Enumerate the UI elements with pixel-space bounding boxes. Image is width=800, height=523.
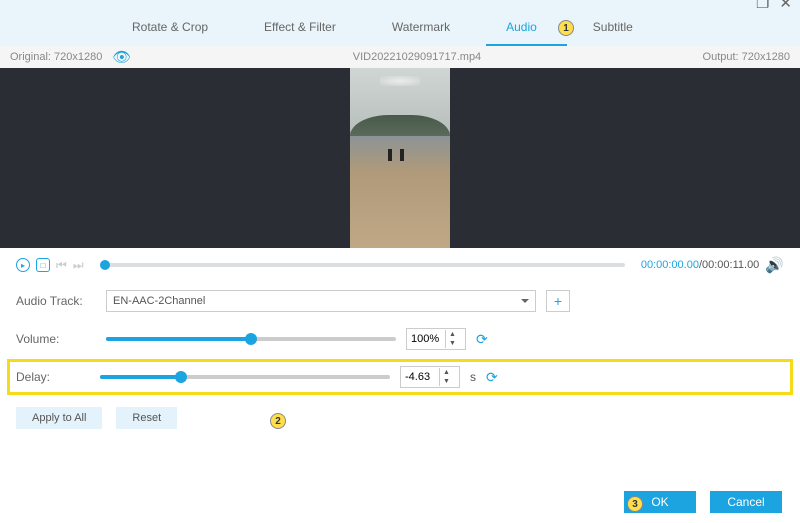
reset-button[interactable]: Reset: [116, 407, 177, 429]
delay-up-icon[interactable]: ▲: [440, 368, 453, 377]
next-frame-icon[interactable]: ⏭: [73, 258, 84, 273]
delay-highlight: Delay: ▲▼ s ⟳: [7, 359, 793, 395]
video-thumbnail: [350, 68, 450, 248]
annotation-1: 1: [558, 20, 574, 36]
volume-slider[interactable]: [106, 337, 396, 341]
delay-unit: s: [470, 370, 476, 384]
delay-slider[interactable]: [100, 375, 390, 379]
tab-bar: Rotate & Crop Effect & Filter Watermark …: [0, 8, 800, 46]
play-icon[interactable]: ▸: [16, 258, 30, 272]
delay-down-icon[interactable]: ▼: [440, 377, 453, 386]
timeline-slider[interactable]: [100, 263, 625, 267]
apply-all-button[interactable]: Apply to All: [16, 407, 102, 429]
audio-track-select[interactable]: EN-AAC-2Channel: [106, 290, 536, 312]
output-size-label: Output: 720x1280: [703, 51, 790, 63]
tab-watermark[interactable]: Watermark: [390, 10, 452, 44]
volume-up-icon[interactable]: ▲: [446, 330, 459, 339]
volume-down-icon[interactable]: ▼: [446, 339, 459, 348]
original-size-label: Original: 720x1280: [10, 51, 102, 63]
delay-label: Delay:: [16, 370, 90, 384]
annotation-2: 2: [270, 413, 286, 429]
delay-input[interactable]: ▲▼: [400, 366, 460, 388]
tab-rotate-crop[interactable]: Rotate & Crop: [130, 10, 210, 44]
cancel-button[interactable]: Cancel: [710, 491, 782, 513]
volume-reset-icon[interactable]: ⟳: [476, 331, 488, 348]
add-track-button[interactable]: +: [546, 290, 570, 312]
prev-frame-icon[interactable]: ⏮: [56, 258, 67, 273]
window-close-icon[interactable]: ✕: [779, 0, 792, 12]
delay-reset-icon[interactable]: ⟳: [486, 369, 498, 386]
tab-subtitle[interactable]: Subtitle: [591, 10, 635, 44]
window-restore-icon[interactable]: ❐: [756, 0, 769, 12]
annotation-3: 3: [627, 496, 643, 512]
preview-toggle-icon[interactable]: 👁: [112, 48, 131, 66]
audio-track-label: Audio Track:: [16, 294, 96, 308]
timecode: 00:00:00.00/00:00:11.00: [641, 259, 759, 271]
volume-input[interactable]: ▲▼: [406, 328, 466, 350]
chevron-down-icon: [521, 299, 529, 307]
tab-audio[interactable]: Audio: [504, 10, 539, 44]
volume-label: Volume:: [16, 332, 96, 346]
volume-icon[interactable]: 🔊: [765, 256, 784, 274]
video-preview: [0, 68, 800, 248]
tab-effect-filter[interactable]: Effect & Filter: [262, 10, 338, 44]
stop-icon[interactable]: □: [36, 258, 50, 272]
filename-label: VID20221029091717.mp4: [353, 51, 481, 63]
